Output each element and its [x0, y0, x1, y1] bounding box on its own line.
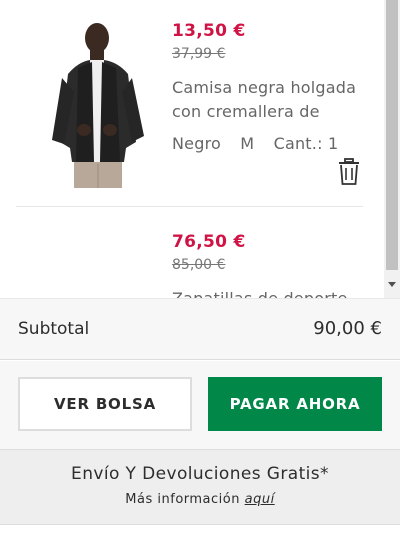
- sale-price: 76,50 €: [172, 232, 246, 252]
- product-title[interactable]: Camisa negra holgada con cremallera de s…: [172, 76, 358, 124]
- more-info: Más información aquí: [0, 492, 400, 507]
- item-details: 76,50 € 85,00 € Zapatillas de deporte: [172, 231, 360, 298]
- trash-icon[interactable]: [337, 158, 361, 186]
- subtotal-label: Subtotal: [18, 319, 90, 339]
- item-details: 13,50 € 37,99 € Camisa negra holgada con…: [172, 20, 360, 153]
- subtotal-row: Subtotal 90,00 €: [0, 298, 400, 360]
- product-title[interactable]: Zapatillas de deporte: [172, 287, 358, 298]
- chevron-down-icon[interactable]: [388, 282, 396, 287]
- cart-item: 13,50 € 37,99 € Camisa negra holgada con…: [0, 0, 384, 206]
- subtotal-value: 90,00 €: [313, 318, 382, 339]
- cart-item: 76,50 € 85,00 € Zapatillas de deporte: [0, 207, 384, 298]
- cart-items-list[interactable]: 13,50 € 37,99 € Camisa negra holgada con…: [0, 0, 400, 298]
- item-color: Negro: [172, 134, 221, 153]
- more-info-label: Más información: [125, 492, 240, 507]
- scrollbar-thumb[interactable]: [386, 0, 398, 270]
- product-image[interactable]: [38, 12, 162, 188]
- pay-now-button[interactable]: PAGAR AHORA: [208, 377, 382, 431]
- item-size: M: [240, 134, 255, 153]
- original-price: 37,99 €: [172, 46, 226, 62]
- item-attributes: Negro M Cant.: 1: [172, 134, 360, 153]
- sale-price: 13,50 €: [172, 21, 246, 41]
- shipping-title: Envío Y Devoluciones Gratis*: [71, 464, 329, 484]
- shipping-info: Envío Y Devoluciones Gratis* Más informa…: [0, 449, 400, 525]
- scrollbar[interactable]: [384, 0, 400, 298]
- original-price: 85,00 €: [172, 257, 226, 273]
- footer-spacer: [0, 525, 400, 540]
- cart-actions: VER BOLSA PAGAR AHORA: [0, 361, 400, 449]
- view-bag-button[interactable]: VER BOLSA: [18, 377, 192, 431]
- item-quantity[interactable]: Cant.: 1: [274, 134, 339, 153]
- more-info-link[interactable]: aquí: [245, 492, 275, 507]
